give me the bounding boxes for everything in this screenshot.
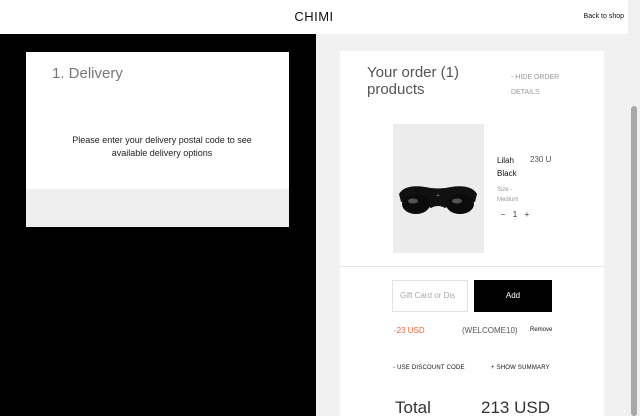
divider [340, 266, 604, 267]
product-variant: Size - Medium [497, 187, 519, 203]
gift-card-input[interactable]: Gift Card or Dis [392, 280, 468, 312]
use-discount-code-link[interactable]: - USE DISCOUNT CODE [393, 365, 465, 371]
brand-logo[interactable]: CHIMI [0, 9, 628, 24]
quantity-value: 1 [512, 210, 518, 219]
decrease-quantity-button[interactable]: − [497, 210, 509, 219]
total-value: 213 USD [481, 398, 550, 417]
top-bar: CHIMI Back to shop [0, 0, 628, 34]
sunglasses-icon [399, 186, 477, 214]
scrollbar-thumb[interactable] [631, 106, 637, 416]
delivery-message: Please enter your delivery postal code t… [72, 135, 252, 158]
hide-order-details-link[interactable]: - HIDE ORDER DETAILS [511, 70, 571, 100]
total-label: Total [395, 398, 431, 417]
order-title: Your order (1) products [367, 64, 459, 98]
product-name[interactable]: Lilah Black [497, 154, 529, 180]
delivery-title: 1. Delivery [52, 65, 123, 82]
delivery-card-footer [26, 189, 289, 227]
discount-code: (WELCOME10) [462, 326, 518, 335]
remove-discount-link[interactable]: Remove [530, 327, 552, 333]
product-image[interactable] [393, 124, 484, 253]
show-summary-link[interactable]: + SHOW SUMMARY [491, 365, 550, 371]
product-price: 230 U [530, 155, 552, 164]
quantity-stepper: −1 + [497, 210, 533, 219]
delivery-card: 1. Delivery Please enter your delivery p… [26, 52, 289, 227]
discount-amount: -23 USD [394, 326, 425, 335]
add-button[interactable]: Add [474, 280, 552, 312]
increase-quantity-button[interactable]: + [521, 210, 533, 219]
back-to-shop-link[interactable]: Back to shop [584, 13, 624, 20]
